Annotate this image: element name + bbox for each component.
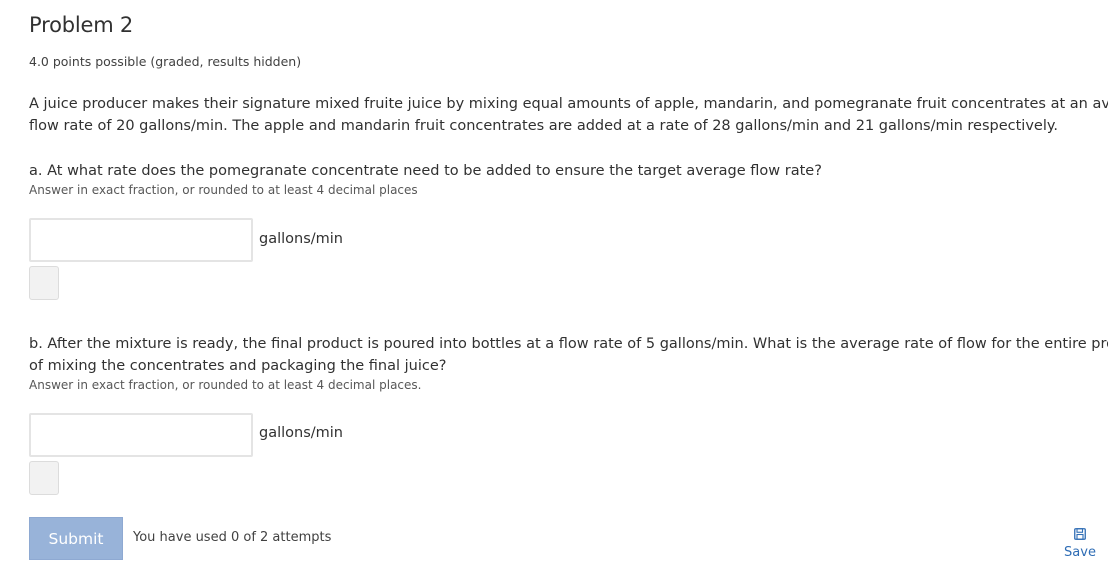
part-b-answer-input[interactable] xyxy=(29,413,253,457)
part-b-question-line-2: of mixing the concentrates and packaging… xyxy=(29,358,447,374)
problem-intro-line-1: A juice producer makes their signature m… xyxy=(29,96,1108,112)
problem-title: Problem 2 xyxy=(29,13,134,37)
save-label: Save xyxy=(1064,545,1096,560)
part-a-status-indicator xyxy=(29,266,59,300)
save-button[interactable]: Save xyxy=(1060,528,1100,560)
part-b-question-line-1: b. After the mixture is ready, the final… xyxy=(29,336,1108,352)
part-a-hint: Answer in exact fraction, or rounded to … xyxy=(29,183,418,197)
part-a-question: a. At what rate does the pomegranate con… xyxy=(29,163,822,179)
problem-intro-line-2: flow rate of 20 gallons/min. The apple a… xyxy=(29,118,1058,134)
part-b-status-indicator xyxy=(29,461,59,495)
part-b-unit: gallons/min xyxy=(259,425,343,441)
submit-button[interactable]: Submit xyxy=(29,517,123,560)
attempts-counter: You have used 0 of 2 attempts xyxy=(133,530,332,545)
part-b-hint: Answer in exact fraction, or rounded to … xyxy=(29,378,422,392)
part-a-unit: gallons/min xyxy=(259,231,343,247)
floppy-disk-icon xyxy=(1074,528,1086,545)
part-a-answer-input[interactable] xyxy=(29,218,253,262)
points-info: 4.0 points possible (graded, results hid… xyxy=(29,54,302,69)
